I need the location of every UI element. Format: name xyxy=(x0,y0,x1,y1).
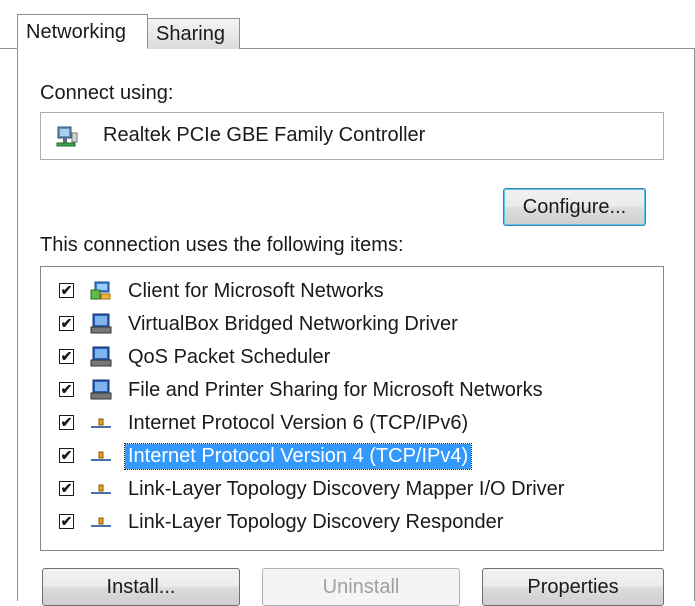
list-item-selected[interactable]: ✔ Internet Protocol Version 4 (TCP/IPv4) xyxy=(41,440,661,473)
item-label: Link-Layer Topology Discovery Mapper I/O… xyxy=(128,478,565,500)
tab-sharing[interactable]: Sharing xyxy=(147,18,240,49)
item-label: VirtualBox Bridged Networking Driver xyxy=(128,313,458,335)
adapter-field: Realtek PCIe GBE Family Controller xyxy=(40,112,664,160)
item-label: Client for Microsoft Networks xyxy=(128,280,384,302)
adapter-name: Realtek PCIe GBE Family Controller xyxy=(103,124,426,146)
list-item[interactable]: ✔ Internet Protocol Version 6 (TCP/IPv6) xyxy=(41,407,661,440)
install-button[interactable]: Install... xyxy=(42,568,240,606)
protocol-icon xyxy=(91,451,111,461)
list-item[interactable]: ✔ File and Printer Sharing for Microsoft… xyxy=(41,374,661,407)
list-item[interactable]: ✔ Client for Microsoft Networks xyxy=(41,275,661,308)
item-label: QoS Packet Scheduler xyxy=(128,346,331,368)
item-label: Internet Protocol Version 6 (TCP/IPv6) xyxy=(128,412,469,434)
configure-button[interactable]: Configure... xyxy=(503,188,646,226)
items-list[interactable]: ✔ Client for Microsoft Networks ✔ Virtua… xyxy=(40,266,664,551)
items-list-label: This connection uses the following items… xyxy=(40,234,404,256)
panel-border-left xyxy=(17,48,18,601)
network-client-icon xyxy=(90,281,111,300)
connect-using-label: Connect using: xyxy=(40,82,174,104)
item-checkbox[interactable]: ✔ xyxy=(59,316,74,331)
network-adapter-icon xyxy=(56,126,78,147)
uninstall-button: Uninstall xyxy=(262,568,460,606)
properties-button[interactable]: Properties xyxy=(482,568,664,606)
item-checkbox[interactable]: ✔ xyxy=(59,415,74,430)
item-checkbox[interactable]: ✔ xyxy=(59,283,74,298)
item-checkbox[interactable]: ✔ xyxy=(59,448,74,463)
tab-networking[interactable]: Networking xyxy=(17,14,148,49)
item-checkbox[interactable]: ✔ xyxy=(59,514,74,529)
list-item[interactable]: ✔ Link-Layer Topology Discovery Mapper I… xyxy=(41,473,661,506)
service-icon xyxy=(90,313,112,334)
item-checkbox[interactable]: ✔ xyxy=(59,349,74,364)
item-label: Link-Layer Topology Discovery Responder xyxy=(128,511,504,533)
item-checkbox[interactable]: ✔ xyxy=(59,481,74,496)
protocol-icon xyxy=(91,418,111,428)
service-icon xyxy=(90,346,112,367)
list-item[interactable]: ✔ QoS Packet Scheduler xyxy=(41,341,661,374)
item-label: File and Printer Sharing for Microsoft N… xyxy=(128,379,543,401)
item-checkbox[interactable]: ✔ xyxy=(59,382,74,397)
protocol-icon xyxy=(91,484,111,494)
list-item[interactable]: ✔ Link-Layer Topology Discovery Responde… xyxy=(41,506,661,539)
service-icon xyxy=(90,379,112,400)
protocol-icon xyxy=(91,517,111,527)
list-item[interactable]: ✔ VirtualBox Bridged Networking Driver xyxy=(41,308,661,341)
item-label: Internet Protocol Version 4 (TCP/IPv4) xyxy=(123,443,473,470)
